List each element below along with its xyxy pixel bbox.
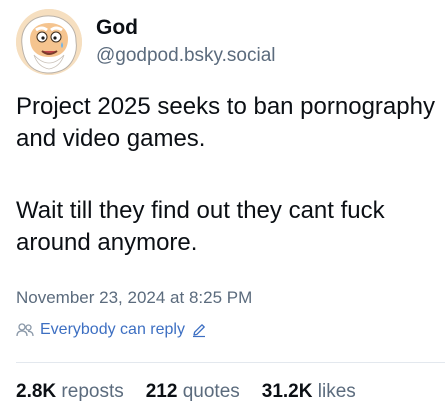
divider	[16, 362, 445, 363]
reposts-count: 2.8K	[16, 381, 57, 402]
avatar[interactable]	[16, 9, 82, 75]
post-paragraph: Wait till they find out they cant fuck a…	[16, 197, 385, 256]
engagement-stats: 2.8K reposts 212 quotes 31.2K likes	[16, 379, 356, 405]
post-thread-item: God @godpod.bsky.social Project 2025 see…	[0, 0, 445, 417]
quotes-label: quotes	[182, 381, 240, 402]
reposts-label: reposts	[61, 381, 124, 402]
quotes-stat[interactable]: 212 quotes	[146, 379, 240, 405]
likes-stat[interactable]: 31.2K likes	[262, 379, 356, 405]
reply-setting-button[interactable]: Everybody can reply	[16, 319, 207, 341]
reply-setting-label: Everybody can reply	[40, 321, 185, 338]
author-handle[interactable]: @godpod.bsky.social	[96, 43, 275, 68]
post-text: Project 2025 seeks to ban pornography an…	[16, 91, 436, 259]
author-names: God @godpod.bsky.social	[96, 14, 275, 68]
post-header: God @godpod.bsky.social	[16, 9, 275, 75]
post-paragraph: Project 2025 seeks to ban pornography an…	[16, 93, 435, 152]
likes-label: likes	[317, 381, 356, 402]
cartoon-god-face-icon	[16, 9, 82, 75]
quotes-count: 212	[145, 381, 178, 402]
people-icon	[16, 322, 34, 338]
author-display-name[interactable]: God	[96, 14, 275, 41]
post-timestamp[interactable]: November 23, 2024 at 8:25 PM	[16, 287, 252, 309]
likes-count: 31.2K	[261, 381, 313, 402]
pencil-icon[interactable]	[191, 322, 207, 338]
reposts-stat[interactable]: 2.8K reposts	[16, 379, 124, 405]
